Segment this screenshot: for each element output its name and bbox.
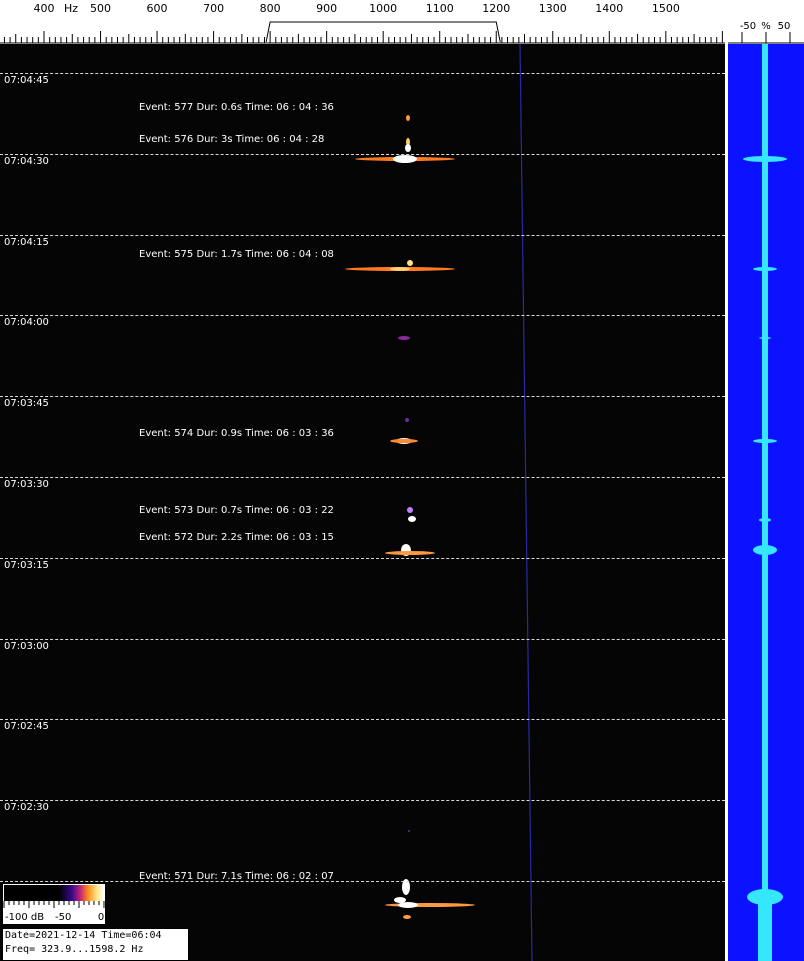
level-burst	[753, 545, 777, 555]
level-burst	[753, 267, 777, 271]
time-label: 07:03:30	[4, 479, 49, 490]
time-gridline	[0, 73, 725, 74]
frequency-unit: Hz	[64, 2, 78, 15]
time-gridline	[0, 558, 725, 559]
time-gridline	[0, 719, 725, 720]
level-burst	[758, 904, 772, 961]
frequency-label: 1500	[652, 2, 680, 15]
signal-level-trace	[743, 44, 787, 961]
signal-level-panel	[728, 44, 804, 961]
frequency-label: 700	[203, 2, 224, 15]
level-burst	[743, 156, 787, 162]
level-scale-max: 50	[778, 21, 791, 32]
level-burst	[759, 337, 771, 339]
signal-blob	[393, 155, 417, 163]
date-time-line: Date=2021-12-14 Time=06:04	[5, 930, 162, 941]
frequency-label: 1200	[482, 2, 510, 15]
time-gridline	[0, 800, 725, 801]
frequency-label: 1400	[595, 2, 623, 15]
carrier-trace	[519, 44, 533, 961]
signal-blob	[398, 336, 410, 340]
color-legend-ticks	[3, 901, 105, 908]
signal-traces	[345, 44, 533, 961]
frequency-label: 800	[260, 2, 281, 15]
signal-blob	[394, 897, 406, 903]
time-label: 07:04:15	[4, 237, 49, 248]
time-label: 07:03:45	[4, 398, 49, 409]
signal-blob	[407, 260, 413, 266]
time-label: 07:03:00	[4, 641, 49, 652]
frequency-range-line: Freq= 323.9...1598.2 Hz	[5, 944, 144, 955]
level-scale-unit: %	[761, 21, 771, 32]
event-label: Event: 572 Dur: 2.2s Time: 06 : 03 : 15	[139, 532, 334, 543]
level-burst	[747, 889, 783, 905]
signal-blob	[390, 267, 410, 271]
time-label: 07:02:45	[4, 721, 49, 732]
level-burst	[759, 518, 771, 522]
frequency-label: 500	[90, 2, 111, 15]
time-label: 07:04:30	[4, 156, 49, 167]
frequency-scale: 400 Hz 500 600 700 800 900 1000 1100 1200 1300 1400…	[0, 0, 725, 45]
frequency-ticks: 400 Hz 500 600 700 800 900 1000 1100 1200 1300 1400…	[0, 2, 725, 44]
event-label: Event: 576 Dur: 3s Time: 06 : 04 : 28	[139, 134, 325, 145]
signal-blob	[398, 902, 418, 908]
frequency-label: 1000	[369, 2, 397, 15]
time-gridline	[0, 881, 725, 882]
signal-blob	[385, 551, 435, 555]
signal-blob	[408, 830, 410, 832]
signal-blob	[405, 418, 409, 422]
signal-blob	[390, 439, 418, 443]
time-gridline	[0, 235, 725, 236]
level-trace-spine	[762, 44, 768, 961]
time-label: 07:04:45	[4, 75, 49, 86]
time-gridline	[0, 154, 725, 155]
signal-blob	[406, 115, 410, 121]
signal-blob	[405, 144, 411, 152]
signal-blob	[407, 507, 413, 513]
signal-blob	[403, 915, 411, 919]
time-label: 07:04:00	[4, 317, 49, 328]
color-legend: -100 dB -50 0	[2, 883, 106, 925]
time-gridline	[0, 315, 725, 316]
legend-mid-label: -50	[55, 912, 71, 923]
legend-min-label: -100 dB	[5, 912, 44, 923]
time-gridline	[0, 639, 725, 640]
time-gridline	[0, 396, 725, 397]
level-scale-ticks: -50 % 50	[728, 21, 804, 44]
level-scale-min: -50	[740, 21, 756, 32]
event-label: Event: 577 Dur: 0.6s Time: 06 : 04 : 36	[139, 102, 334, 113]
signal-blob	[408, 516, 416, 522]
event-label: Event: 574 Dur: 0.9s Time: 06 : 03 : 36	[139, 428, 334, 439]
time-label: 07:02:30	[4, 802, 49, 813]
event-label: Event: 573 Dur: 0.7s Time: 06 : 03 : 22	[139, 505, 334, 516]
frequency-label: 400	[34, 2, 55, 15]
level-scale-header: -50 % 50	[728, 0, 804, 44]
frequency-label: 600	[147, 2, 168, 15]
color-legend-bar	[4, 885, 104, 901]
time-gridline	[0, 477, 725, 478]
frequency-label: 900	[316, 2, 337, 15]
spectrogram-waterfall: 07:04:45 07:04:30 07:04:15 07:04:00 07:03:45…	[0, 44, 725, 961]
color-legend-graphic: -100 dB -50 0	[3, 885, 105, 923]
info-box: Date=2021-12-14 Time=06:04 Freq= 323.9..…	[2, 928, 189, 961]
frequency-label: 1100	[426, 2, 454, 15]
frequency-label: 1300	[539, 2, 567, 15]
time-label: 07:03:15	[4, 560, 49, 571]
level-burst	[753, 439, 777, 443]
legend-max-label: 0	[98, 912, 104, 923]
event-label: Event: 575 Dur: 1.7s Time: 06 : 04 : 08	[139, 249, 334, 260]
event-label: Event: 571 Dur: 7.1s Time: 06 : 02 : 07	[139, 871, 334, 882]
